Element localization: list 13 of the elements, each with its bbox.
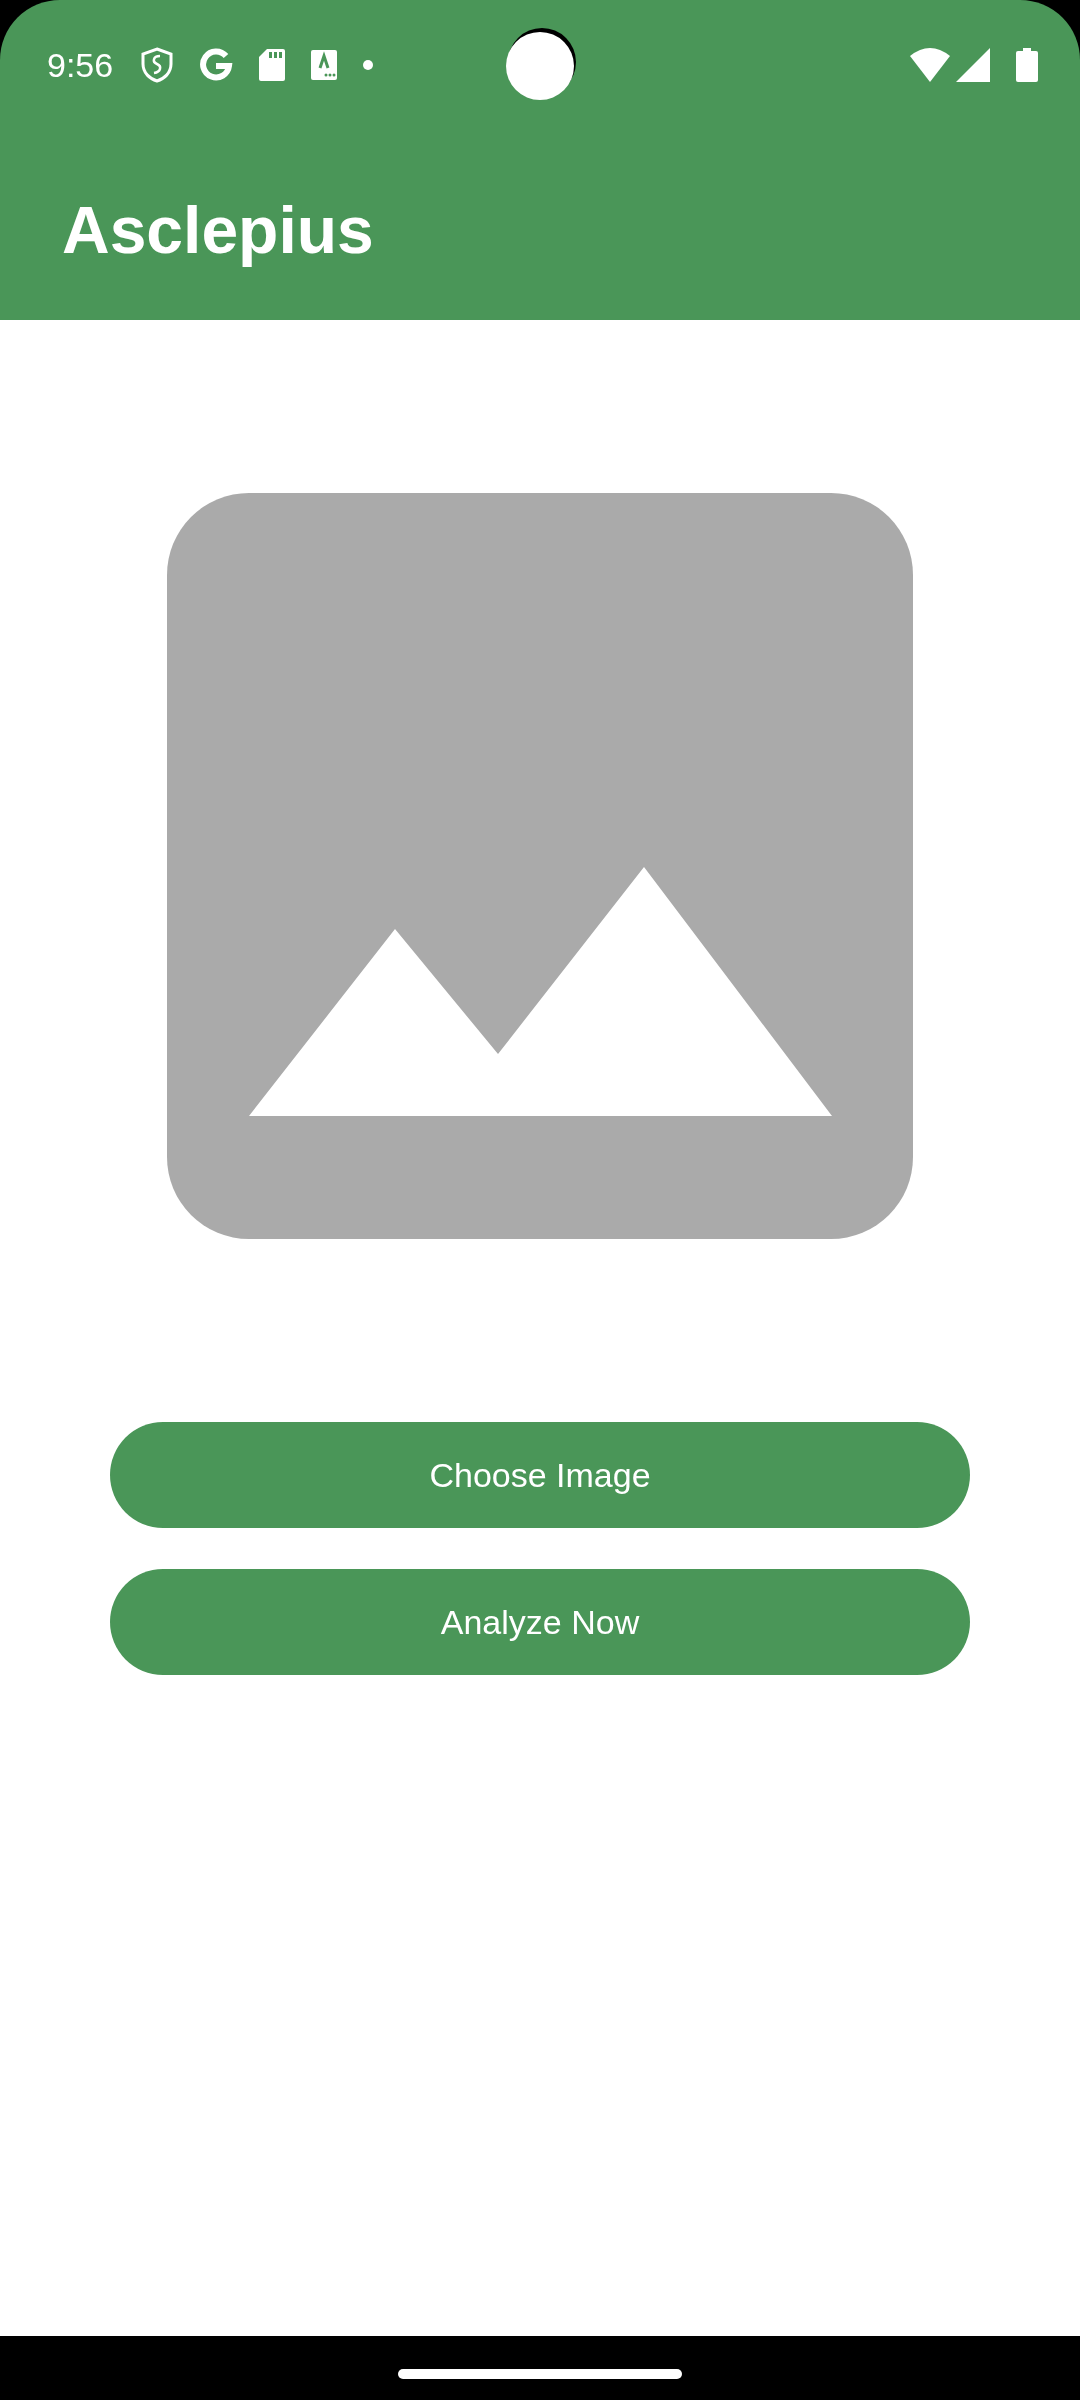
shield-icon xyxy=(141,47,174,83)
action-button[interactable]: Choose Image xyxy=(110,1422,970,1528)
sd-card-icon xyxy=(259,49,286,81)
home-indicator[interactable] xyxy=(398,2369,682,2379)
action-button[interactable]: Analyze Now xyxy=(110,1569,970,1675)
signal-icon xyxy=(956,48,990,82)
dot-icon xyxy=(363,60,374,70)
status-time: 9:56 xyxy=(47,45,114,85)
app-title: Asclepius xyxy=(62,192,374,268)
app-notification-icon xyxy=(311,50,338,80)
battery-icon xyxy=(1016,48,1038,82)
g-logo-icon xyxy=(199,48,234,82)
wifi-icon xyxy=(910,48,950,82)
